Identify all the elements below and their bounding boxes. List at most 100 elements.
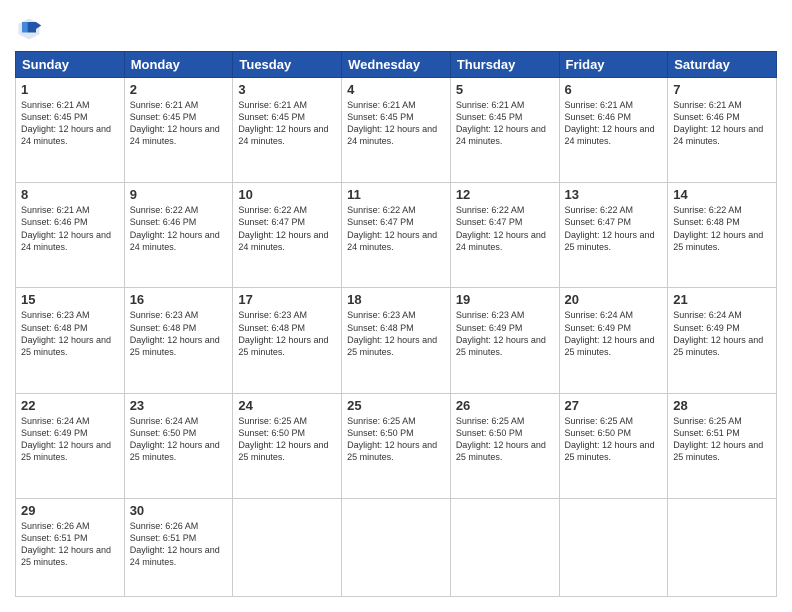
logo (15, 15, 47, 43)
day-detail: Sunrise: 6:24 AMSunset: 6:49 PMDaylight:… (21, 415, 119, 464)
day-detail: Sunrise: 6:26 AMSunset: 6:51 PMDaylight:… (130, 520, 228, 569)
day-number: 4 (347, 82, 445, 97)
day-number: 23 (130, 398, 228, 413)
table-row: 24 Sunrise: 6:25 AMSunset: 6:50 PMDayligh… (233, 393, 342, 498)
page: Sunday Monday Tuesday Wednesday Thursday… (0, 0, 792, 612)
day-detail: Sunrise: 6:24 AMSunset: 6:49 PMDaylight:… (673, 309, 771, 358)
header (15, 15, 777, 43)
table-row: 2 Sunrise: 6:21 AMSunset: 6:45 PMDaylight… (124, 78, 233, 183)
calendar-week-row: 29 Sunrise: 6:26 AMSunset: 6:51 PMDayligh… (16, 498, 777, 596)
day-detail: Sunrise: 6:23 AMSunset: 6:48 PMDaylight:… (238, 309, 336, 358)
calendar-header-row: Sunday Monday Tuesday Wednesday Thursday… (16, 52, 777, 78)
day-detail: Sunrise: 6:22 AMSunset: 6:47 PMDaylight:… (565, 204, 663, 253)
day-number: 16 (130, 292, 228, 307)
table-row: 13 Sunrise: 6:22 AMSunset: 6:47 PMDayligh… (559, 183, 668, 288)
day-detail: Sunrise: 6:23 AMSunset: 6:48 PMDaylight:… (21, 309, 119, 358)
day-number: 9 (130, 187, 228, 202)
day-number: 11 (347, 187, 445, 202)
day-detail: Sunrise: 6:25 AMSunset: 6:50 PMDaylight:… (456, 415, 554, 464)
table-row (450, 498, 559, 596)
day-detail: Sunrise: 6:21 AMSunset: 6:45 PMDaylight:… (130, 99, 228, 148)
table-row: 16 Sunrise: 6:23 AMSunset: 6:48 PMDayligh… (124, 288, 233, 393)
day-number: 13 (565, 187, 663, 202)
day-number: 14 (673, 187, 771, 202)
table-row: 17 Sunrise: 6:23 AMSunset: 6:48 PMDayligh… (233, 288, 342, 393)
day-number: 7 (673, 82, 771, 97)
day-detail: Sunrise: 6:21 AMSunset: 6:46 PMDaylight:… (565, 99, 663, 148)
day-number: 29 (21, 503, 119, 518)
table-row: 15 Sunrise: 6:23 AMSunset: 6:48 PMDayligh… (16, 288, 125, 393)
day-number: 22 (21, 398, 119, 413)
day-number: 24 (238, 398, 336, 413)
table-row: 9 Sunrise: 6:22 AMSunset: 6:46 PMDaylight… (124, 183, 233, 288)
table-row: 27 Sunrise: 6:25 AMSunset: 6:50 PMDayligh… (559, 393, 668, 498)
table-row: 26 Sunrise: 6:25 AMSunset: 6:50 PMDayligh… (450, 393, 559, 498)
table-row: 8 Sunrise: 6:21 AMSunset: 6:46 PMDaylight… (16, 183, 125, 288)
day-detail: Sunrise: 6:22 AMSunset: 6:47 PMDaylight:… (456, 204, 554, 253)
table-row: 28Sunrise: 6:25 AMSunset: 6:51 PMDayligh… (668, 393, 777, 498)
day-number: 20 (565, 292, 663, 307)
table-row: 1Sunrise: 6:21 AMSunset: 6:45 PMDaylight… (16, 78, 125, 183)
table-row: 5 Sunrise: 6:21 AMSunset: 6:45 PMDaylight… (450, 78, 559, 183)
day-number: 30 (130, 503, 228, 518)
table-row (559, 498, 668, 596)
day-number: 25 (347, 398, 445, 413)
day-detail: Sunrise: 6:22 AMSunset: 6:46 PMDaylight:… (130, 204, 228, 253)
table-row: 4 Sunrise: 6:21 AMSunset: 6:45 PMDaylight… (342, 78, 451, 183)
day-detail: Sunrise: 6:22 AMSunset: 6:47 PMDaylight:… (347, 204, 445, 253)
day-detail: Sunrise: 6:23 AMSunset: 6:48 PMDaylight:… (130, 309, 228, 358)
col-wednesday: Wednesday (342, 52, 451, 78)
table-row: 10 Sunrise: 6:22 AMSunset: 6:47 PMDayligh… (233, 183, 342, 288)
day-number: 8 (21, 187, 119, 202)
day-detail: Sunrise: 6:21 AMSunset: 6:45 PMDaylight:… (238, 99, 336, 148)
day-detail: Sunrise: 6:23 AMSunset: 6:49 PMDaylight:… (456, 309, 554, 358)
day-detail: Sunrise: 6:21 AMSunset: 6:46 PMDaylight:… (21, 204, 119, 253)
day-detail: Sunrise: 6:25 AMSunset: 6:50 PMDaylight:… (565, 415, 663, 464)
day-detail: Sunrise: 6:21 AMSunset: 6:45 PMDaylight:… (456, 99, 554, 148)
table-row: 7 Sunrise: 6:21 AMSunset: 6:46 PMDaylight… (668, 78, 777, 183)
day-number: 26 (456, 398, 554, 413)
table-row: 21Sunrise: 6:24 AMSunset: 6:49 PMDayligh… (668, 288, 777, 393)
logo-icon (15, 15, 43, 43)
col-thursday: Thursday (450, 52, 559, 78)
day-number: 2 (130, 82, 228, 97)
table-row: 23 Sunrise: 6:24 AMSunset: 6:50 PMDayligh… (124, 393, 233, 498)
table-row (668, 498, 777, 596)
day-detail: Sunrise: 6:21 AMSunset: 6:46 PMDaylight:… (673, 99, 771, 148)
day-detail: Sunrise: 6:25 AMSunset: 6:50 PMDaylight:… (238, 415, 336, 464)
day-detail: Sunrise: 6:24 AMSunset: 6:50 PMDaylight:… (130, 415, 228, 464)
day-detail: Sunrise: 6:23 AMSunset: 6:48 PMDaylight:… (347, 309, 445, 358)
table-row: 30 Sunrise: 6:26 AMSunset: 6:51 PMDayligh… (124, 498, 233, 596)
day-number: 15 (21, 292, 119, 307)
table-row: 11 Sunrise: 6:22 AMSunset: 6:47 PMDayligh… (342, 183, 451, 288)
day-number: 6 (565, 82, 663, 97)
day-detail: Sunrise: 6:25 AMSunset: 6:50 PMDaylight:… (347, 415, 445, 464)
day-detail: Sunrise: 6:22 AMSunset: 6:48 PMDaylight:… (673, 204, 771, 253)
day-detail: Sunrise: 6:24 AMSunset: 6:49 PMDaylight:… (565, 309, 663, 358)
day-detail: Sunrise: 6:21 AMSunset: 6:45 PMDaylight:… (347, 99, 445, 148)
table-row: 12Sunrise: 6:22 AMSunset: 6:47 PMDayligh… (450, 183, 559, 288)
col-friday: Friday (559, 52, 668, 78)
col-saturday: Saturday (668, 52, 777, 78)
day-number: 17 (238, 292, 336, 307)
col-sunday: Sunday (16, 52, 125, 78)
day-number: 3 (238, 82, 336, 97)
col-monday: Monday (124, 52, 233, 78)
table-row: 14 Sunrise: 6:22 AMSunset: 6:48 PMDayligh… (668, 183, 777, 288)
calendar-week-row: 1Sunrise: 6:21 AMSunset: 6:45 PMDaylight… (16, 78, 777, 183)
day-number: 10 (238, 187, 336, 202)
calendar-week-row: 22 Sunrise: 6:24 AMSunset: 6:49 PMDayligh… (16, 393, 777, 498)
table-row: 22 Sunrise: 6:24 AMSunset: 6:49 PMDayligh… (16, 393, 125, 498)
table-row: 29 Sunrise: 6:26 AMSunset: 6:51 PMDayligh… (16, 498, 125, 596)
calendar-week-row: 15 Sunrise: 6:23 AMSunset: 6:48 PMDayligh… (16, 288, 777, 393)
day-detail: Sunrise: 6:22 AMSunset: 6:47 PMDaylight:… (238, 204, 336, 253)
day-detail: Sunrise: 6:25 AMSunset: 6:51 PMDaylight:… (673, 415, 771, 464)
day-number: 27 (565, 398, 663, 413)
calendar-week-row: 8 Sunrise: 6:21 AMSunset: 6:46 PMDaylight… (16, 183, 777, 288)
table-row: 3 Sunrise: 6:21 AMSunset: 6:45 PMDaylight… (233, 78, 342, 183)
day-number: 5 (456, 82, 554, 97)
day-detail: Sunrise: 6:26 AMSunset: 6:51 PMDaylight:… (21, 520, 119, 569)
table-row: 20 Sunrise: 6:24 AMSunset: 6:49 PMDayligh… (559, 288, 668, 393)
col-tuesday: Tuesday (233, 52, 342, 78)
day-number: 19 (456, 292, 554, 307)
